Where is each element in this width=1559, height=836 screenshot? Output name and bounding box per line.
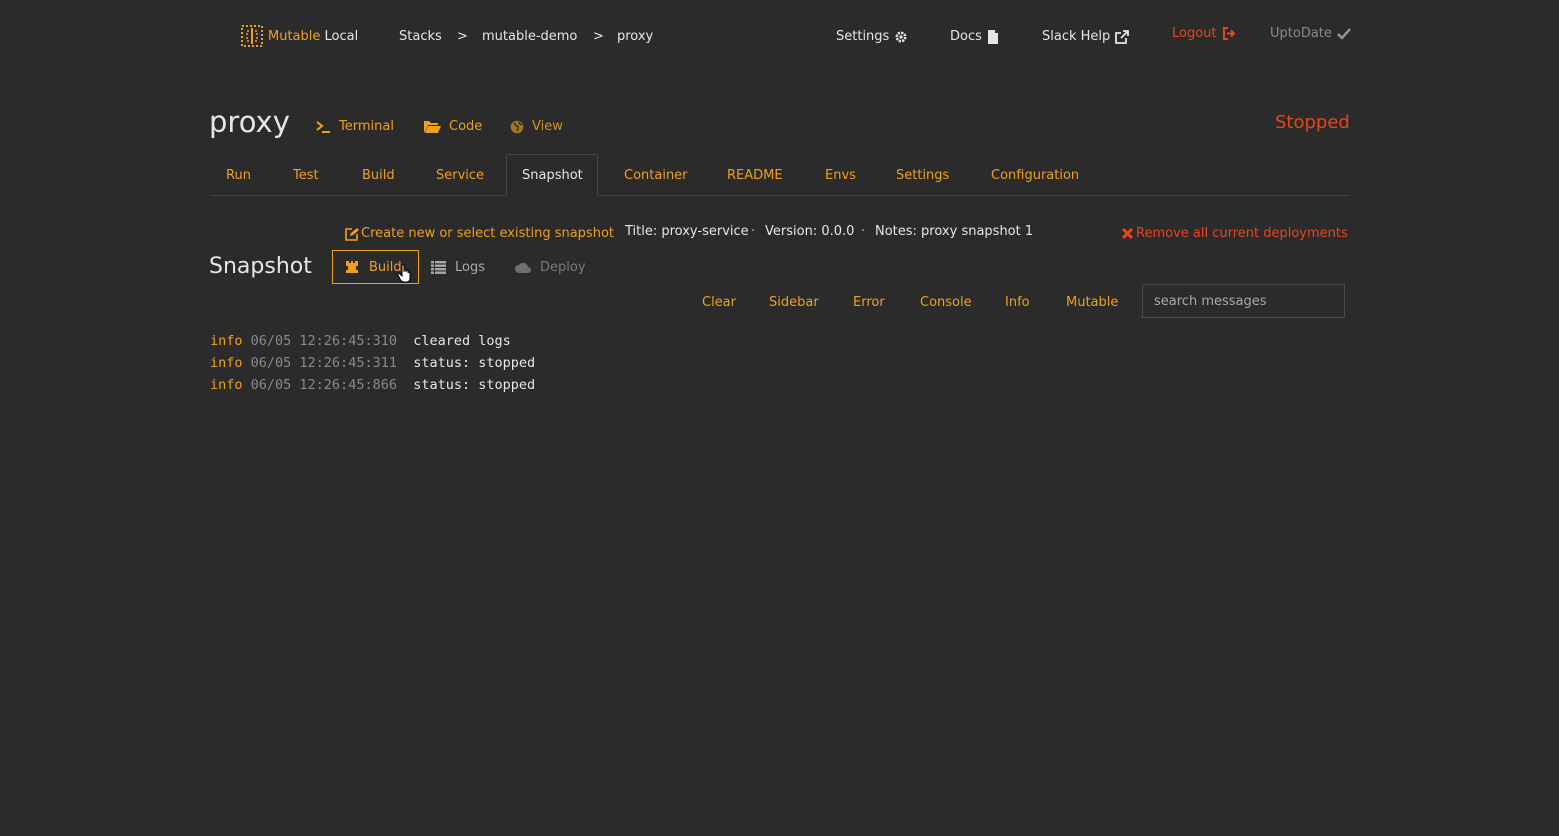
sign-out-icon bbox=[1222, 27, 1237, 40]
search-messages-input[interactable] bbox=[1142, 284, 1345, 318]
folder-open-icon bbox=[424, 120, 441, 133]
log-output: info 06/05 12:26:45:310 cleared logs inf… bbox=[210, 330, 535, 396]
filter-mutable[interactable]: Mutable bbox=[1066, 295, 1118, 310]
filter-error[interactable]: Error bbox=[853, 295, 885, 310]
check-icon bbox=[1337, 27, 1351, 40]
snapshot-title: Title: proxy-service bbox=[625, 224, 749, 239]
log-timestamp: 06/05 12:26:45:311 bbox=[250, 355, 397, 371]
logout-link[interactable]: Logout bbox=[1172, 26, 1237, 41]
close-icon bbox=[1121, 227, 1134, 240]
filter-info[interactable]: Info bbox=[1005, 295, 1030, 310]
view-label: View bbox=[532, 119, 563, 134]
globe-icon bbox=[510, 120, 524, 134]
brand-rest: Local bbox=[324, 29, 359, 44]
breadcrumb-separator: > bbox=[457, 29, 468, 44]
log-line: info 06/05 12:26:45:311 status: stopped bbox=[210, 352, 535, 374]
cloud-icon bbox=[515, 262, 531, 273]
terminal-label: Terminal bbox=[339, 119, 394, 134]
log-line: info 06/05 12:26:45:866 status: stopped bbox=[210, 374, 535, 396]
tab-build[interactable]: Build bbox=[362, 168, 395, 183]
code-link[interactable]: Code bbox=[424, 119, 482, 134]
code-label: Code bbox=[449, 119, 483, 134]
log-level: info bbox=[210, 333, 243, 349]
breadcrumb-current: proxy bbox=[617, 29, 654, 44]
create-snapshot-link[interactable]: Create new or select existing snapshot bbox=[345, 226, 614, 241]
tab-run[interactable]: Run bbox=[226, 168, 251, 183]
breadcrumb-stack-name[interactable]: mutable-demo bbox=[482, 29, 577, 44]
breadcrumb-separator: > bbox=[593, 29, 604, 44]
log-timestamp: 06/05 12:26:45:866 bbox=[250, 377, 397, 393]
docs-link[interactable]: Docs bbox=[950, 29, 999, 44]
tab-envs[interactable]: Envs bbox=[825, 168, 856, 183]
terminal-link[interactable]: Terminal bbox=[316, 119, 394, 134]
filter-console[interactable]: Console bbox=[920, 295, 972, 310]
log-message: status: stopped bbox=[413, 377, 536, 393]
list-icon bbox=[431, 261, 446, 274]
breadcrumb-stacks[interactable]: Stacks bbox=[399, 29, 442, 44]
settings-link[interactable]: Settings bbox=[836, 29, 908, 44]
logout-label: Logout bbox=[1172, 26, 1217, 41]
status-badge: Stopped bbox=[1275, 112, 1350, 133]
external-link-icon bbox=[1115, 29, 1130, 44]
log-level: info bbox=[210, 377, 243, 393]
edit-icon bbox=[345, 227, 359, 241]
page-title: proxy bbox=[209, 105, 290, 139]
deploy-button[interactable]: Deploy bbox=[515, 260, 586, 275]
section-heading: Snapshot bbox=[209, 254, 312, 279]
rook-icon bbox=[345, 260, 359, 274]
tab-configuration[interactable]: Configuration bbox=[991, 168, 1079, 183]
meta-separator: · bbox=[751, 224, 756, 239]
update-status: UptoDate bbox=[1270, 26, 1351, 41]
remove-deployments-link[interactable]: Remove all current deployments bbox=[1121, 226, 1348, 241]
logs-label: Logs bbox=[455, 260, 485, 275]
mutable-logo-icon[interactable] bbox=[241, 25, 263, 47]
log-level: info bbox=[210, 355, 243, 371]
log-line: info 06/05 12:26:45:310 cleared logs bbox=[210, 330, 535, 352]
tab-readme[interactable]: README bbox=[727, 168, 783, 183]
meta-separator: · bbox=[861, 224, 866, 239]
tab-snapshot[interactable]: Snapshot bbox=[522, 168, 583, 183]
tab-settings[interactable]: Settings bbox=[896, 168, 949, 183]
slack-help-link[interactable]: Slack Help bbox=[1042, 29, 1130, 44]
snapshot-version: Version: 0.0.0 bbox=[765, 224, 855, 239]
logs-button[interactable]: Logs bbox=[431, 260, 485, 275]
remove-deployments-label: Remove all current deployments bbox=[1136, 226, 1348, 241]
log-timestamp: 06/05 12:26:45:310 bbox=[250, 333, 397, 349]
hand-cursor-icon bbox=[397, 264, 413, 283]
tab-container[interactable]: Container bbox=[624, 168, 688, 183]
deploy-label: Deploy bbox=[540, 260, 586, 275]
brand-accent: Mutable bbox=[268, 29, 321, 44]
tabs-divider bbox=[210, 195, 1350, 196]
view-link[interactable]: View bbox=[510, 119, 563, 134]
tab-service[interactable]: Service bbox=[436, 168, 484, 183]
docs-label: Docs bbox=[950, 29, 982, 44]
settings-label: Settings bbox=[836, 29, 890, 44]
log-message: status: stopped bbox=[413, 355, 536, 371]
update-status-label: UptoDate bbox=[1270, 26, 1332, 41]
gear-icon bbox=[894, 30, 908, 44]
filter-sidebar[interactable]: Sidebar bbox=[769, 295, 819, 310]
slack-help-label: Slack Help bbox=[1042, 29, 1111, 44]
create-snapshot-label: Create new or select existing snapshot bbox=[361, 226, 614, 241]
terminal-icon bbox=[316, 120, 331, 133]
tab-test[interactable]: Test bbox=[293, 168, 319, 183]
brand-name[interactable]: Mutable Local bbox=[268, 29, 358, 44]
file-icon bbox=[987, 29, 999, 44]
snapshot-notes: Notes: proxy snapshot 1 bbox=[875, 224, 1034, 239]
log-message: cleared logs bbox=[413, 333, 511, 349]
filter-clear[interactable]: Clear bbox=[702, 295, 736, 310]
